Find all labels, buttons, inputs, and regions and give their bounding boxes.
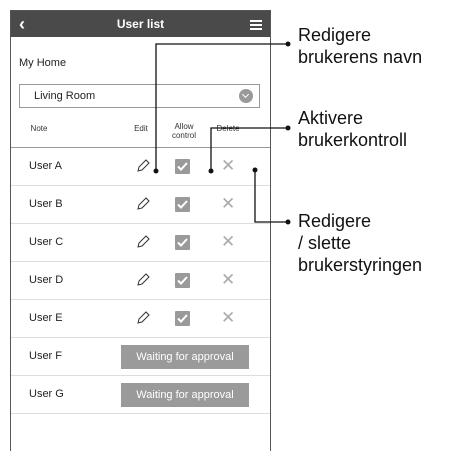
callout-edit-name-line2: brukerens navn (298, 47, 423, 67)
callout-activate-line1: Aktivere (298, 108, 364, 128)
callout-manage-line1: Redigere (298, 211, 372, 231)
callout-manage-line2: / slette (298, 233, 352, 253)
callout-manage: Redigere / slette brukerstyringen (298, 210, 422, 276)
callout-activate: Aktivere brukerkontroll (298, 107, 407, 151)
callout-edit-name: Redigere brukerens navn (298, 24, 422, 68)
callout-manage-line3: brukerstyringen (298, 255, 423, 275)
callout-activate-line2: brukerkontroll (298, 130, 408, 150)
callout-edit-name-line1: Redigere (298, 25, 372, 45)
